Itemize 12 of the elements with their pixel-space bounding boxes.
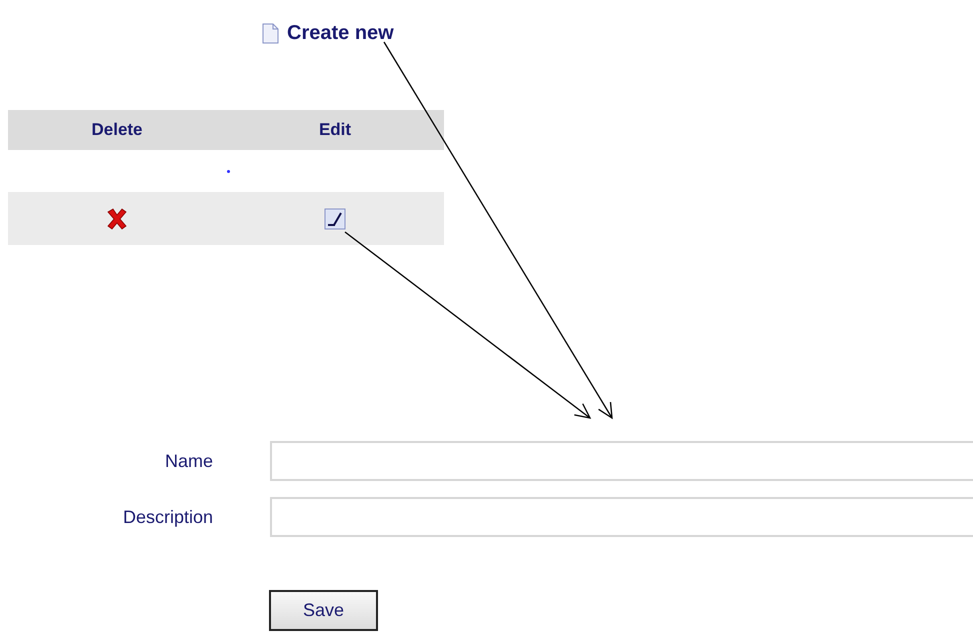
delete-icon[interactable] — [105, 208, 129, 230]
text-field[interactable] — [270, 441, 973, 481]
column-header: Delete — [91, 120, 143, 140]
field-label: Description — [122, 506, 213, 528]
column-header: Edit — [318, 120, 352, 140]
field-label: Name — [164, 450, 213, 472]
edit-icon[interactable] — [324, 208, 346, 230]
document-icon — [262, 22, 279, 44]
create-new-link[interactable]: Create new — [262, 22, 394, 44]
text-field[interactable] — [270, 497, 973, 537]
dot-mark — [227, 170, 230, 172]
save-button[interactable]: Save — [269, 590, 378, 631]
